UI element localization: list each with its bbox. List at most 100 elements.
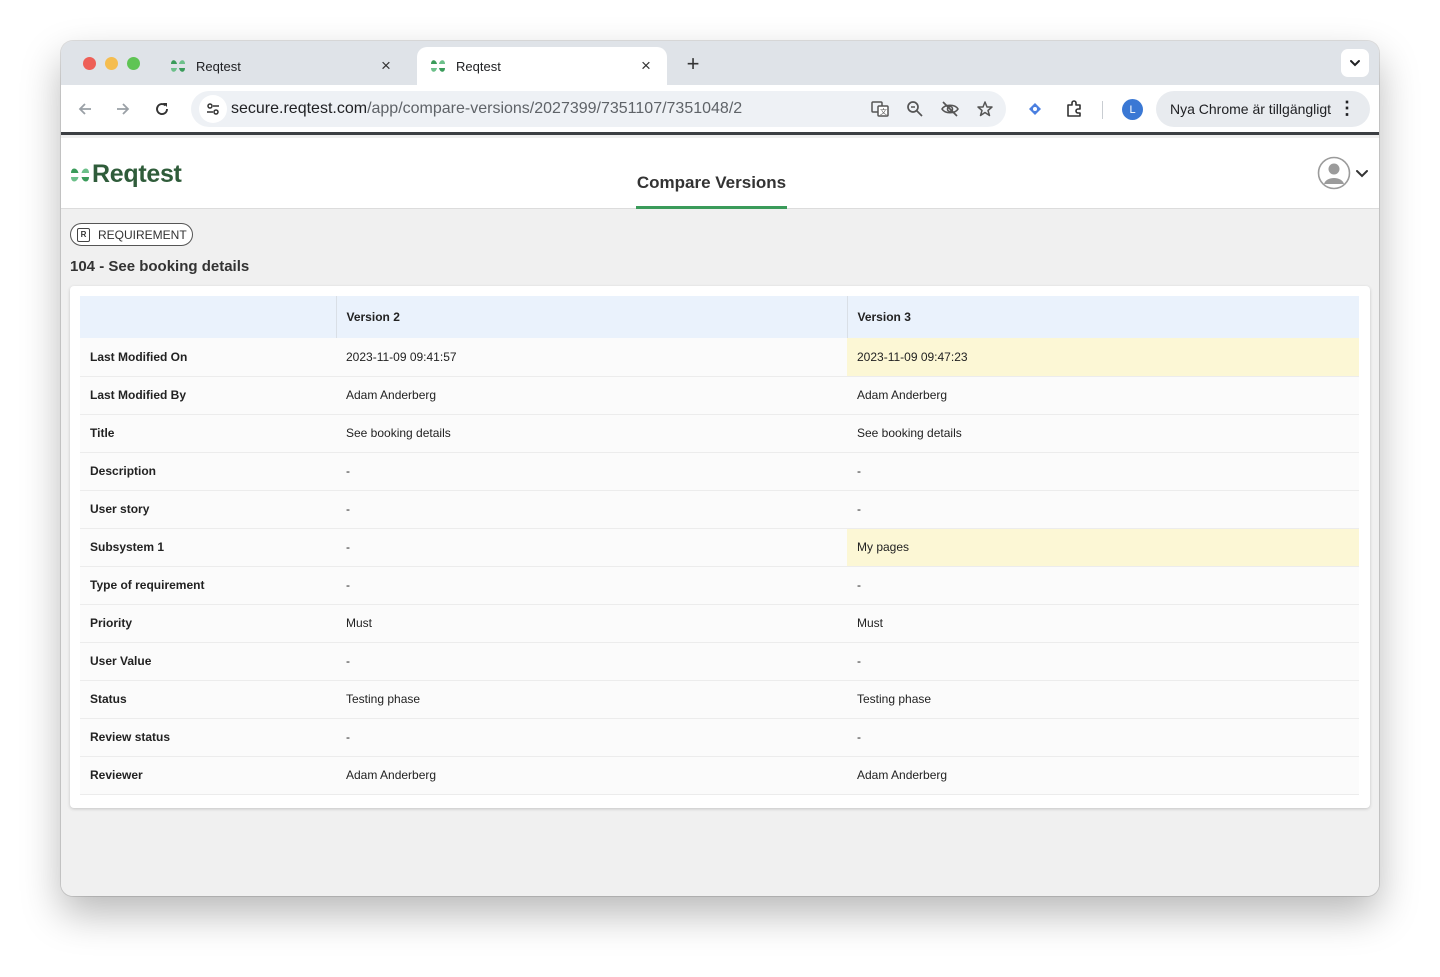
header-version-2: Version 2 [336,296,848,338]
version-2-value: - [346,730,350,744]
table-row: Priority Must Must [80,604,1359,642]
version-2-value: Adam Anderberg [346,768,437,782]
back-button[interactable] [73,97,97,121]
compare-card: Version 2 Version 3 Last Modified On 2023… [70,286,1370,808]
update-label: Nya Chrome är tillgängligt [1170,101,1332,117]
version-3-value: See booking details [857,426,962,440]
table-row: Description - - [80,452,1359,490]
field-name: Subsystem 1 [90,540,165,554]
header-field [80,296,337,338]
tab-close-icon[interactable]: × [637,56,655,76]
address-bar[interactable]: secure.reqtest.com/app/compare-versions/… [191,91,1006,127]
table-row: Last Modified On 2023-11-09 09:41:57 2023-… [80,338,1359,376]
svg-text:文: 文 [880,107,887,116]
chrome-update-button[interactable]: Nya Chrome är tillgängligt ⋮ [1156,91,1370,127]
entity-type-badge: R REQUIREMENT [70,223,193,246]
field-name: Status [90,692,127,706]
reqtest-logo[interactable]: Reqtest [70,160,182,189]
chevron-down-icon [1350,60,1360,67]
tab-search-button[interactable] [1341,49,1369,77]
badge-label: REQUIREMENT [98,227,187,242]
field-name: Review status [90,730,171,744]
requirement-icon: R [77,227,90,242]
table-header-row: Version 2 Version 3 [80,296,1359,338]
reqtest-favicon-icon [171,60,185,72]
version-2-value: - [346,578,350,592]
table-row: Status Testing phase Testing phase [80,680,1359,718]
field-name: Reviewer [90,768,143,782]
url-host: secure.reqtest.com [231,100,368,117]
browser-window: Reqtest × Reqtest × + secure.reqtest.com… [61,41,1379,896]
tab-close-icon[interactable]: × [377,56,395,76]
minimize-window-button[interactable] [105,57,118,70]
reqtest-logo-icon [71,168,89,181]
profile-avatar[interactable]: L [1122,99,1143,120]
requirement-title: 104 - See booking details [70,258,250,275]
tune-icon [207,103,219,115]
version-2-value: Testing phase [346,692,421,706]
field-name: Last Modified By [90,388,187,402]
tab-title: Reqtest [196,58,241,74]
arrow-left-icon [78,103,91,115]
maximize-window-button[interactable] [127,57,140,70]
version-2-value: Must [346,616,373,630]
tab-strip: Reqtest × Reqtest × + [61,41,1379,85]
browser-toolbar: secure.reqtest.com/app/compare-versions/… [61,85,1379,135]
url-path: /app/compare-versions/2027399/7351107/73… [367,100,743,117]
version-3-value: - [857,578,861,592]
version-2-value: - [346,540,350,554]
reload-button[interactable] [150,97,174,121]
app-content: Reqtest Compare Versions R REQUIREMENT 1… [61,138,1379,896]
field-name: Last Modified On [90,349,188,364]
logo-text: Reqtest [92,160,182,188]
browser-tab-2[interactable]: Reqtest × [417,47,667,85]
version-3-value: - [857,464,861,478]
translate-icon[interactable]: 文 [868,97,891,120]
browser-tab-1[interactable]: Reqtest × [157,47,407,85]
version-3-value: Testing phase [857,692,932,706]
zoom-icon[interactable] [903,97,926,120]
table-row: Reviewer Adam Anderberg Adam Anderberg [80,756,1359,794]
toolbar-separator [1102,101,1103,119]
field-name: Description [90,464,157,478]
table-row: Subsystem 1 - My pages [80,528,1359,566]
field-name: Type of requirement [90,578,205,592]
version-3-value: - [857,502,861,516]
app-header: Reqtest Compare Versions [61,138,1379,209]
bookmark-star-icon[interactable] [973,97,996,120]
field-name: User Value [90,654,152,668]
close-window-button[interactable] [83,57,96,70]
table-row: Review status - - [80,718,1359,756]
version-2-value: See booking details [346,426,451,440]
version-3-value: 2023-11-09 09:47:23 [847,338,1359,376]
header-version-3: Version 3 [857,310,911,324]
arrow-right-icon [117,103,130,115]
field-name: User story [90,502,150,516]
version-2-value: - [346,654,350,668]
site-settings-icon[interactable] [199,95,227,123]
table-row: User Value - - [80,642,1359,680]
reload-icon [156,103,168,115]
version-2-value: Adam Anderberg [346,388,437,402]
table-row: User story - - [80,490,1359,528]
extensions-puzzle-icon[interactable] [1062,97,1086,121]
field-name: Title [90,426,115,440]
address-bar-actions: 文 [868,97,996,120]
table-row: Type of requirement - - [80,566,1359,604]
page-title: Compare Versions [636,173,787,192]
compare-table: Version 2 Version 3 Last Modified On 2023… [80,296,1359,795]
version-3-value: Must [857,616,884,630]
extension-tag-icon[interactable] [1023,97,1047,121]
new-tab-button[interactable]: + [681,51,705,77]
forward-button[interactable] [111,97,135,121]
version-3-value: My pages [847,528,1359,566]
url-text: secure.reqtest.com/app/compare-versions/… [231,100,742,118]
kebab-menu-icon[interactable]: ⋮ [1338,99,1356,117]
field-name: Priority [90,616,133,630]
user-avatar-icon[interactable] [1317,156,1351,190]
table-row: Last Modified By Adam Anderberg Adam Ander… [80,376,1359,414]
chevron-down-icon[interactable] [1354,165,1370,181]
version-2-value: 2023-11-09 09:41:57 [346,349,457,364]
eye-off-icon[interactable] [938,97,961,120]
version-2-value: - [346,464,350,478]
